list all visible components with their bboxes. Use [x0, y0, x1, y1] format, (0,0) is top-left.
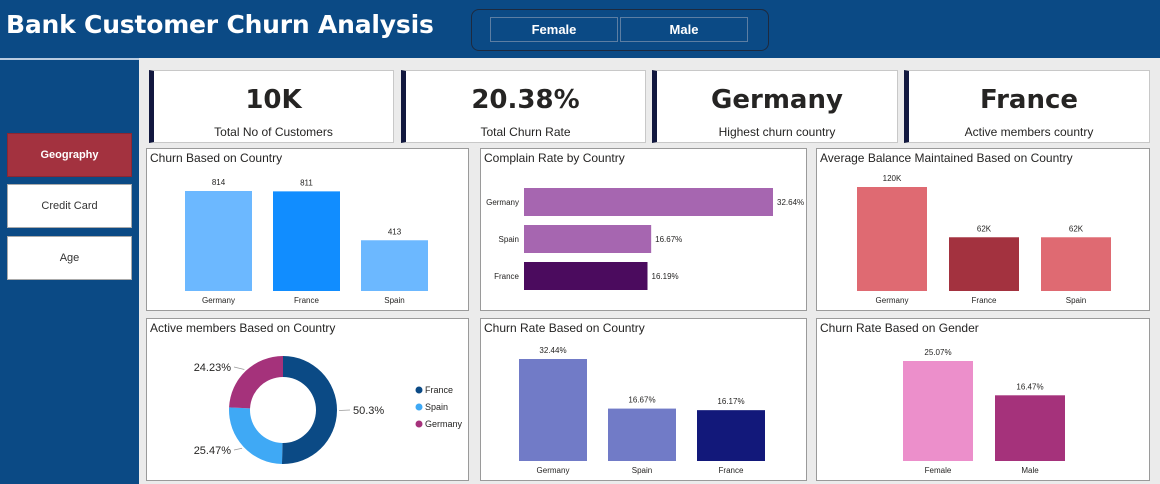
category-label: France: [719, 466, 744, 475]
bar: [273, 191, 340, 291]
leader-line: [233, 366, 245, 370]
slicer-option-male[interactable]: Male: [620, 17, 748, 42]
bar: [697, 410, 765, 461]
data-label: 16.17%: [717, 397, 744, 406]
category-label: France: [294, 296, 319, 305]
donut-slice: [281, 356, 337, 464]
bar: [524, 225, 652, 253]
churn-rate-country-bar-chart: 32.44% Germany 16.67% Spain 16.17% France: [519, 346, 765, 475]
category-label: France: [494, 272, 519, 281]
page-title: Bank Customer Churn Analysis: [6, 10, 434, 39]
legend-label: Germany: [425, 419, 463, 429]
bar: [857, 187, 927, 291]
data-label: 16.67%: [628, 396, 655, 405]
kpi-card-highest-churn-country: Germany Highest churn country: [652, 70, 898, 143]
category-label: France: [972, 296, 997, 305]
category-label: Male: [1021, 466, 1039, 475]
category-label: Germany: [537, 466, 570, 475]
data-label: 814: [212, 178, 226, 187]
donut-slice: [229, 356, 283, 409]
average-balance-bar-chart: 120K Germany 62K France 62K Spain: [857, 174, 1111, 305]
leader-line: [233, 447, 243, 451]
complain-rate-bar-chart: Germany 32.64% Spain 16.67% France 16.19%: [486, 188, 804, 290]
leader-line: [338, 409, 351, 411]
legend-marker-icon: [415, 386, 423, 394]
legend-label: France: [425, 385, 453, 395]
donut-slice: [229, 407, 283, 464]
chart-panel-churn-rate-country: Churn Rate Based on Country 32.44% German…: [480, 318, 807, 481]
kpi-card-churn-rate: 20.38% Total Churn Rate: [401, 70, 646, 143]
churn-rate-gender-bar-chart: 25.07% Female 16.47% Male: [903, 348, 1065, 475]
legend-marker-icon: [415, 420, 423, 428]
chart-panel-average-balance: Average Balance Maintained Based on Coun…: [816, 148, 1150, 311]
kpi-card-total-customers: 10K Total No of Customers: [149, 70, 394, 143]
data-label: 25.47%: [194, 445, 232, 457]
bar: [361, 240, 428, 291]
chart-panel-complain-rate: Complain Rate by Country Germany 32.64% Sp…: [480, 148, 807, 311]
bar: [903, 361, 973, 461]
bar: [949, 237, 1019, 291]
active-members-donut-chart: 50.3% 25.47% 24.23% France Spain Germany: [194, 356, 463, 464]
data-label: 16.47%: [1016, 382, 1043, 391]
category-label: Female: [925, 466, 952, 475]
bar: [185, 191, 252, 291]
category-label: Spain: [499, 235, 519, 244]
chart-panel-churn-rate-gender: Churn Rate Based on Gender 25.07% Female 1…: [816, 318, 1150, 481]
chart-panel-churn-by-country: Churn Based on Country 814 Germany 811 Fran…: [146, 148, 469, 311]
kpi-value: 20.38%: [471, 85, 580, 115]
data-label: 24.23%: [194, 362, 232, 374]
kpi-label: Total No of Customers: [214, 125, 333, 139]
bar: [608, 408, 676, 461]
bar: [524, 188, 773, 216]
nav-credit-card-button[interactable]: Credit Card: [7, 184, 132, 228]
bar: [995, 395, 1065, 461]
bar: [519, 359, 587, 461]
nav-geography-button[interactable]: Geography: [7, 133, 132, 177]
slicer-option-female[interactable]: Female: [490, 17, 618, 42]
kpi-value: France: [979, 85, 1079, 115]
gender-slicer: Female Male: [471, 9, 769, 51]
data-label: 120K: [883, 174, 902, 183]
data-label: 50.3%: [353, 405, 384, 417]
category-label: Germany: [202, 296, 235, 305]
category-label: Spain: [632, 466, 652, 475]
kpi-label: Highest churn country: [718, 125, 836, 139]
data-label: 62K: [977, 224, 992, 233]
nav-age-button[interactable]: Age: [7, 236, 132, 280]
kpi-label: Total Churn Rate: [480, 125, 571, 139]
data-label: 62K: [1069, 224, 1084, 233]
data-label: 32.44%: [539, 346, 566, 355]
header-bar: Bank Customer Churn Analysis Female Male: [0, 0, 1160, 58]
data-label: 16.67%: [655, 235, 682, 244]
kpi-label: Active members country: [964, 125, 1094, 139]
churn-by-country-bar-chart: 814 Germany 811 France 413 Spain: [185, 178, 428, 305]
category-label: Spain: [1066, 296, 1086, 305]
bar: [1041, 237, 1111, 291]
kpi-value: Germany: [711, 85, 843, 115]
chart-panel-active-members: Active members Based on Country 50.3% 25.…: [146, 318, 469, 481]
data-label: 32.64%: [777, 198, 804, 207]
data-label: 25.07%: [924, 348, 951, 357]
legend-label: Spain: [425, 402, 448, 412]
category-label: Germany: [876, 296, 909, 305]
category-label: Spain: [384, 296, 404, 305]
kpi-card-active-members-country: France Active members country: [904, 70, 1150, 143]
data-label: 811: [300, 178, 313, 187]
sidebar-nav: Geography Credit Card Age: [0, 58, 139, 484]
data-label: 16.19%: [652, 272, 679, 281]
legend-marker-icon: [415, 403, 423, 411]
bar: [524, 262, 648, 290]
kpi-value: 10K: [245, 85, 302, 115]
data-label: 413: [388, 227, 402, 236]
category-label: Germany: [486, 198, 519, 207]
